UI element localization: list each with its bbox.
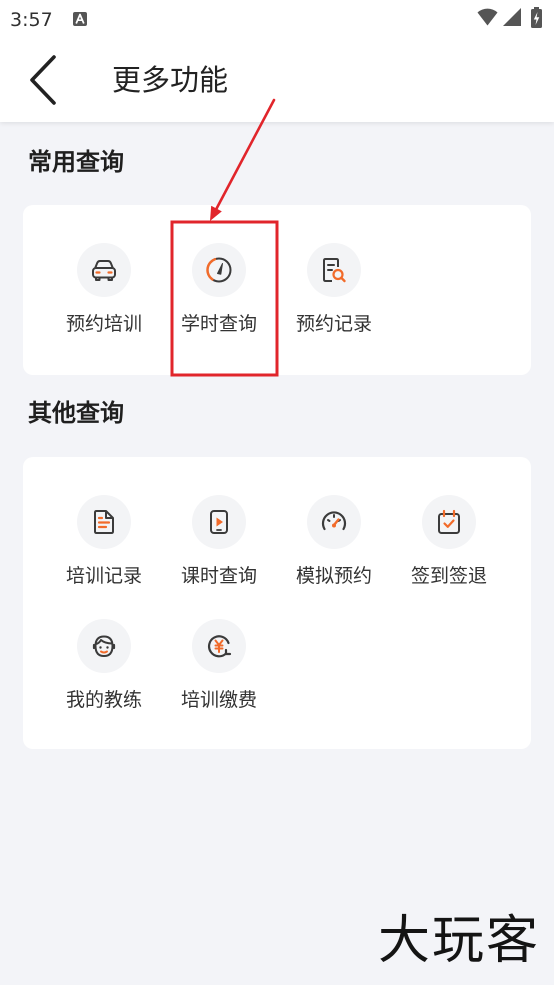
wifi-icon [477, 8, 498, 26]
grid-item-label: 签到签退 [410, 565, 487, 587]
grid-item-training-payment[interactable]: 培训缴费 [162, 619, 277, 712]
speedometer-icon [307, 495, 361, 549]
grid-item-label: 培训记录 [65, 565, 142, 587]
grid-item-label: 学时查询 [180, 313, 257, 335]
grid-item-my-coach[interactable]: 我的教练 [47, 619, 162, 712]
gauge-icon [192, 243, 246, 297]
video-phone-icon [192, 495, 246, 549]
signal-icon [503, 8, 521, 26]
common-queries-card: 预约培训 学时查询 预约记录 [23, 205, 531, 375]
document-search-icon [307, 243, 361, 297]
calendar-check-icon [422, 495, 476, 549]
grid-item-training-records[interactable]: 培训记录 [47, 495, 162, 588]
system-status-icons [474, 6, 546, 30]
grid-item-label: 培训缴费 [180, 689, 257, 711]
grid-item-reservation-records[interactable]: 预约记录 [277, 243, 392, 336]
document-icon [77, 495, 131, 549]
section-title-common: 常用查询 [28, 148, 124, 176]
other-queries-card: 培训记录 课时查询 模拟预约 签到签退 我的教练 培训缴费 [23, 457, 531, 749]
grid-item-class-hours[interactable]: 课时查询 [162, 495, 277, 588]
watermark-logo: 大玩客 [378, 911, 541, 971]
grid-item-study-hours[interactable]: 学时查询 [162, 243, 277, 336]
chevron-left-icon [30, 55, 56, 105]
grid-item-label: 模拟预约 [295, 565, 372, 587]
coach-face-icon [77, 619, 131, 673]
grid-item-mock-reservation[interactable]: 模拟预约 [277, 495, 392, 588]
page-title: 更多功能 [112, 63, 229, 97]
grid-item-label: 我的教练 [65, 689, 142, 711]
top-bar: 3:57 更多功能 [0, 0, 554, 122]
car-icon [77, 243, 131, 297]
grid-item-label: 课时查询 [180, 565, 257, 587]
grid-item-reserve-training[interactable]: 预约培训 [47, 243, 162, 336]
grid-item-label: 预约培训 [65, 313, 142, 335]
back-button[interactable] [24, 52, 64, 108]
grid-item-check-in-out[interactable]: 签到签退 [392, 495, 507, 588]
section-title-other: 其他查询 [28, 399, 124, 427]
a-badge-icon [73, 11, 87, 26]
battery-charging-icon [531, 7, 542, 28]
status-time: 3:57 [10, 9, 53, 31]
grid-item-label: 预约记录 [295, 313, 372, 335]
yen-refresh-icon [192, 619, 246, 673]
